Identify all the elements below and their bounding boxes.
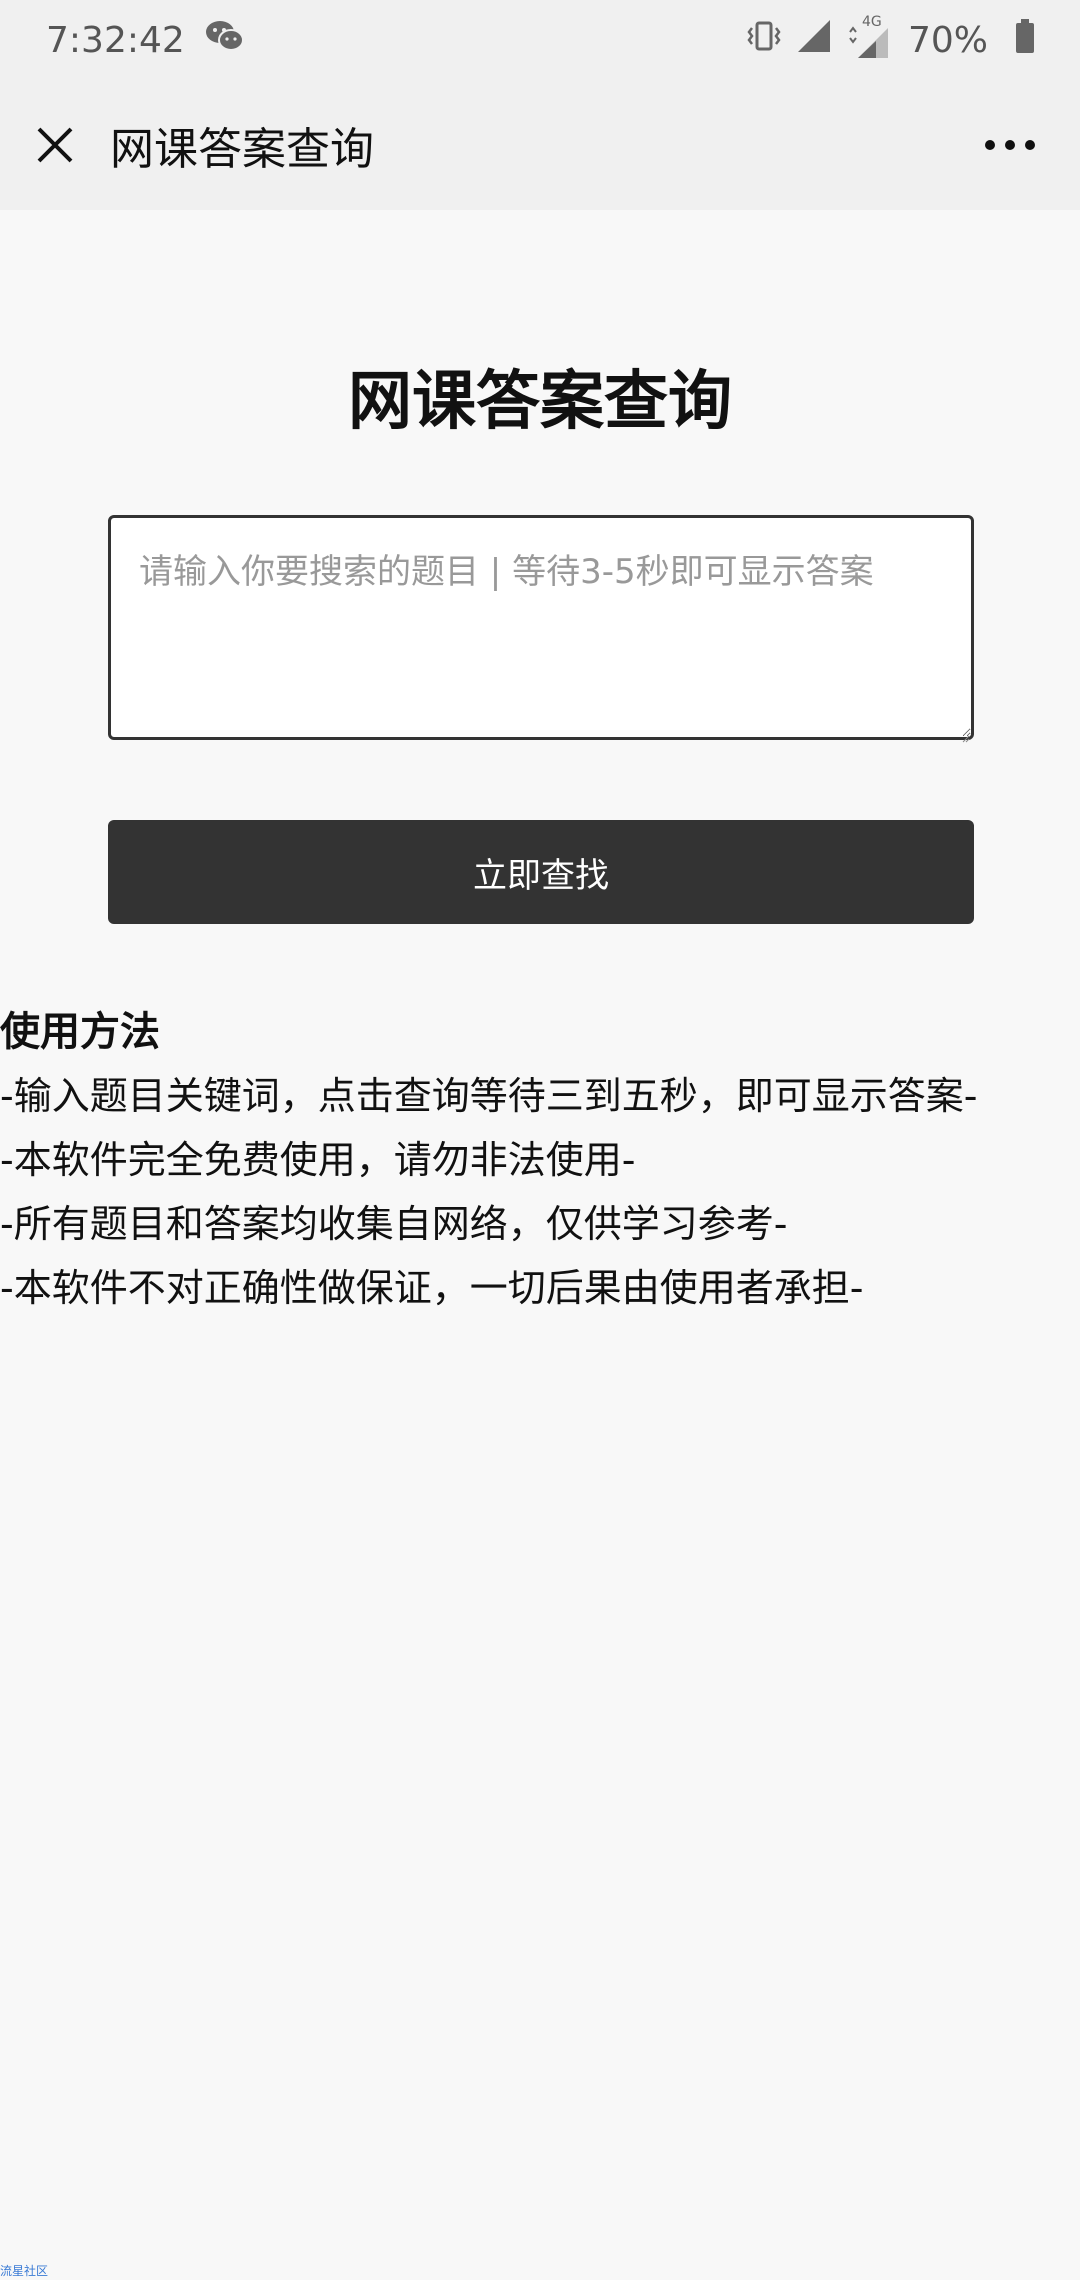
usage-line: -所有题目和答案均收集自网络，仅供学习参考- [0, 1202, 788, 1246]
usage-section: 使用方法 -输入题目关键词，点击查询等待三到五秒，即可显示答案- -本软件完全免… [0, 1000, 1080, 1320]
usage-line: -本软件不对正确性做保证，一切后果由使用者承担- [0, 1266, 864, 1310]
page-content: 网课答案查询 立即查找 使用方法 -输入题目关键词，点击查询等待三到五秒，即可显… [0, 210, 1080, 2280]
more-dots-icon[interactable] [980, 120, 1040, 170]
status-bar-left: 7:32:42 [46, 19, 245, 62]
watermark: 流星社区 [0, 2264, 49, 2278]
signal-icon [796, 18, 832, 63]
usage-line: -本软件完全免费使用，请勿非法使用- [0, 1138, 636, 1182]
app-bar-title: 网课答案查询 [110, 124, 374, 175]
resize-handle-icon[interactable] [962, 728, 970, 743]
usage-line: -输入题目关键词，点击查询等待三到五秒，即可显示答案- [0, 1074, 978, 1118]
battery-percent: 70% [907, 19, 988, 61]
status-time: 7:32:42 [46, 19, 185, 61]
network-type-label: 4G [861, 14, 882, 30]
wechat-icon [205, 19, 245, 62]
status-bar-right: 4G 70% [732, 14, 1036, 63]
vibrate-icon [746, 18, 782, 63]
search-input[interactable] [108, 515, 974, 740]
status-bar: 7:32:42 4G 70% [0, 0, 1080, 80]
search-button[interactable]: 立即查找 [108, 820, 974, 924]
app-bar: 网课答案查询 [0, 80, 1080, 210]
page-title: 网课答案查询 [348, 365, 732, 439]
data-signal-icon: 4G [846, 14, 890, 60]
battery-icon [1014, 18, 1036, 63]
close-icon[interactable] [30, 120, 80, 170]
usage-title: 使用方法 [0, 1009, 160, 1055]
